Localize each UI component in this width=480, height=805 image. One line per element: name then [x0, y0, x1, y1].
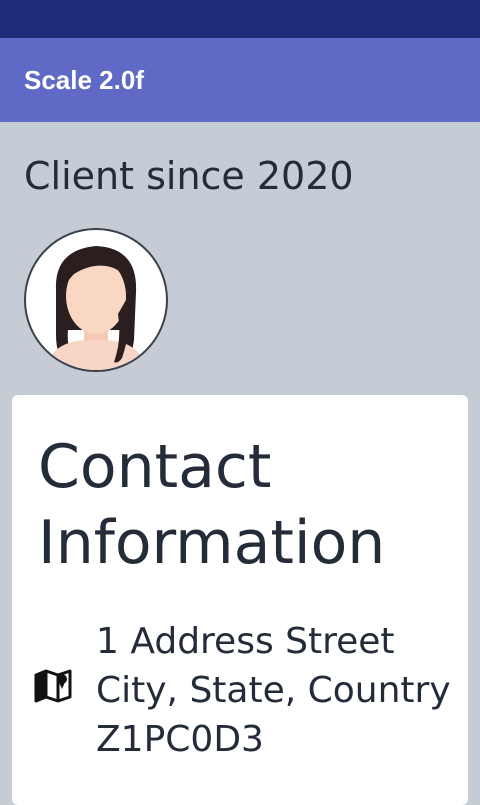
app-bar: Scale 2.0f [0, 38, 480, 122]
contact-card: Contact Information 1 Address Street Cit… [12, 395, 468, 805]
contact-card-title: Contact Information [38, 432, 386, 578]
female-avatar-icon [46, 246, 146, 370]
app-bar-title: Scale 2.0f [24, 64, 144, 95]
address-line-2: City, State, Country [96, 670, 451, 711]
address-line-3: Z1PC0D3 [96, 719, 264, 760]
status-bar [0, 0, 480, 38]
avatar [24, 228, 168, 372]
address-text: 1 Address Street City, State, Country Z1… [96, 617, 451, 764]
address-line-1: 1 Address Street [96, 621, 395, 662]
map-icon [34, 669, 72, 703]
client-since-label: Client since 2020 [24, 154, 354, 198]
